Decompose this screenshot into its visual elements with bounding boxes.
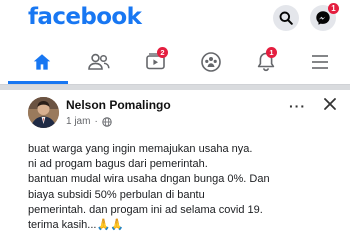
- praying-hands-emoji: 🙏🙏: [96, 219, 124, 232]
- post-line: biaya subsidi 50% perbulan di bantu: [28, 188, 205, 201]
- more-options-button[interactable]: ···: [289, 98, 306, 114]
- facebook-logo[interactable]: facebook: [28, 4, 142, 30]
- tab-watch[interactable]: [134, 40, 178, 84]
- notifications-badge: 1: [266, 47, 277, 58]
- post-time[interactable]: 1 jam: [66, 116, 90, 127]
- tab-notifications[interactable]: [244, 40, 288, 84]
- search-button[interactable]: [273, 5, 299, 31]
- groups-icon: [201, 52, 221, 72]
- tab-groups[interactable]: [189, 40, 233, 84]
- top-bar: facebook 1: [0, 0, 350, 40]
- messenger-button[interactable]: 1: [310, 3, 339, 31]
- tab-friends[interactable]: [77, 40, 121, 84]
- post-line: bantuan mudal wira usaha dngan bunga 0%.…: [28, 173, 270, 186]
- post-text: buat warga yang ingin memajukan usaha ny…: [28, 142, 348, 233]
- post-line: buat warga yang ingin memajukan usaha ny…: [28, 143, 253, 155]
- post-card: Nelson Pomalingo 1 jam · ··· buat warga …: [0, 90, 350, 250]
- post-author-name[interactable]: Nelson Pomalingo: [66, 98, 171, 112]
- tab-home[interactable]: [20, 40, 64, 84]
- search-icon: [279, 11, 293, 25]
- menu-icon: [312, 55, 328, 69]
- messenger-icon: [316, 11, 330, 25]
- watch-badge: 2: [157, 47, 168, 58]
- meta-separator: ·: [94, 116, 98, 127]
- avatar-photo: [28, 97, 59, 128]
- close-post-button[interactable]: [322, 96, 338, 112]
- globe-icon: [102, 116, 112, 127]
- avatar[interactable]: [28, 97, 59, 128]
- post-line: terima kasih...: [28, 219, 97, 232]
- messenger-badge: 1: [328, 3, 339, 14]
- tab-menu[interactable]: [298, 40, 342, 84]
- nav-bar: 2 1: [0, 40, 350, 85]
- post-line: ni ad progam bagus dari pemerintah.: [28, 158, 208, 171]
- close-icon: [324, 98, 336, 110]
- active-tab-indicator: [8, 81, 68, 84]
- post-line: pemerintah. dan progam ini ad selama cov…: [28, 203, 263, 216]
- post-line-last: terima kasih...🙏🙏: [28, 218, 348, 233]
- friends-icon: [88, 53, 110, 70]
- post-meta: 1 jam ·: [66, 116, 112, 127]
- home-icon: [33, 54, 51, 70]
